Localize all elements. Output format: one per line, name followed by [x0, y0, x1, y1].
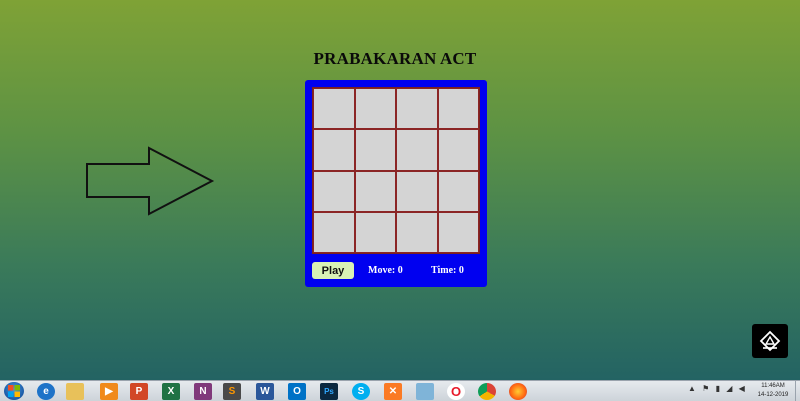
puzzle-tile[interactable]: [396, 170, 438, 212]
puzzle-tile[interactable]: [396, 88, 438, 130]
puzzle-tile[interactable]: [437, 170, 479, 212]
word-icon[interactable]: W: [256, 383, 274, 400]
puzzle-tile[interactable]: [437, 88, 479, 130]
page-title: PRABAKARAN ACT: [313, 49, 477, 68]
photoshop-icon[interactable]: Ps: [320, 383, 338, 400]
puzzle-tile[interactable]: [313, 211, 355, 253]
firefox-icon[interactable]: [509, 383, 527, 400]
powerpoint-icon[interactable]: P: [130, 383, 148, 400]
windows-orb-icon[interactable]: [4, 382, 24, 400]
clock-time: 11:46AM: [761, 383, 785, 389]
play-button[interactable]: Play: [312, 262, 354, 279]
time-counter: Time: 0: [431, 265, 464, 276]
xampp-icon[interactable]: ✕: [384, 383, 402, 400]
puzzle-tile[interactable]: [354, 129, 396, 171]
puzzle-tile[interactable]: [313, 170, 355, 212]
onenote-icon[interactable]: N: [194, 383, 212, 400]
corner-logo-button[interactable]: [752, 324, 788, 358]
taskbar-clock[interactable]: 11:46AM 14-12-2019: [752, 382, 794, 401]
folder-icon[interactable]: [66, 383, 84, 400]
move-counter: Move: 0: [368, 265, 403, 276]
puzzle-tile[interactable]: [313, 88, 355, 130]
time-value: 0: [458, 265, 464, 276]
time-label: Time:: [431, 265, 457, 276]
outlook-icon[interactable]: O: [288, 383, 306, 400]
clock-date: 14-12-2019: [757, 392, 789, 398]
system-tray: ▲ ⚑ ▮ ◢ ◀: [688, 384, 753, 399]
puzzle-board: [312, 87, 480, 254]
puzzle-tile[interactable]: [396, 129, 438, 171]
media-player-icon[interactable]: ▶: [100, 383, 118, 400]
chevron-up-icon[interactable]: ▲: [688, 384, 696, 393]
skype-icon[interactable]: S: [352, 383, 370, 400]
puzzle-tile[interactable]: [437, 129, 479, 171]
logo-icon: [759, 330, 781, 352]
puzzle-game-panel: Play Move: 0 Time: 0: [305, 80, 487, 287]
move-label: Move:: [368, 265, 396, 276]
flag-icon[interactable]: ⚑: [702, 384, 709, 393]
battery-icon[interactable]: ▮: [716, 384, 720, 393]
page-background: PRABAKARAN ACT Play Move: 0 Time: 0: [0, 0, 800, 380]
network-icon[interactable]: ◢: [726, 384, 732, 393]
game-controls: Play Move: 0 Time: 0: [305, 262, 487, 280]
excel-icon[interactable]: X: [162, 383, 180, 400]
opera-icon[interactable]: O: [447, 383, 465, 400]
puzzle-tile[interactable]: [396, 211, 438, 253]
taskbar: e ▶ P X N S W O Ps S ✕ O ▲ ⚑ ▮ ◢ ◀ 11:46…: [0, 380, 800, 401]
move-value: 0: [397, 265, 403, 276]
puzzle-tile[interactable]: [354, 88, 396, 130]
ie-icon[interactable]: e: [37, 383, 55, 400]
chrome-icon[interactable]: [478, 383, 496, 400]
right-arrow-icon: [86, 146, 215, 216]
show-desktop-button[interactable]: [795, 381, 800, 401]
puzzle-tile[interactable]: [437, 211, 479, 253]
app-icon[interactable]: [416, 383, 434, 400]
puzzle-tile[interactable]: [354, 211, 396, 253]
puzzle-tile[interactable]: [354, 170, 396, 212]
volume-icon[interactable]: ◀: [739, 384, 745, 393]
puzzle-tile[interactable]: [313, 129, 355, 171]
sublime-icon[interactable]: S: [223, 383, 241, 400]
